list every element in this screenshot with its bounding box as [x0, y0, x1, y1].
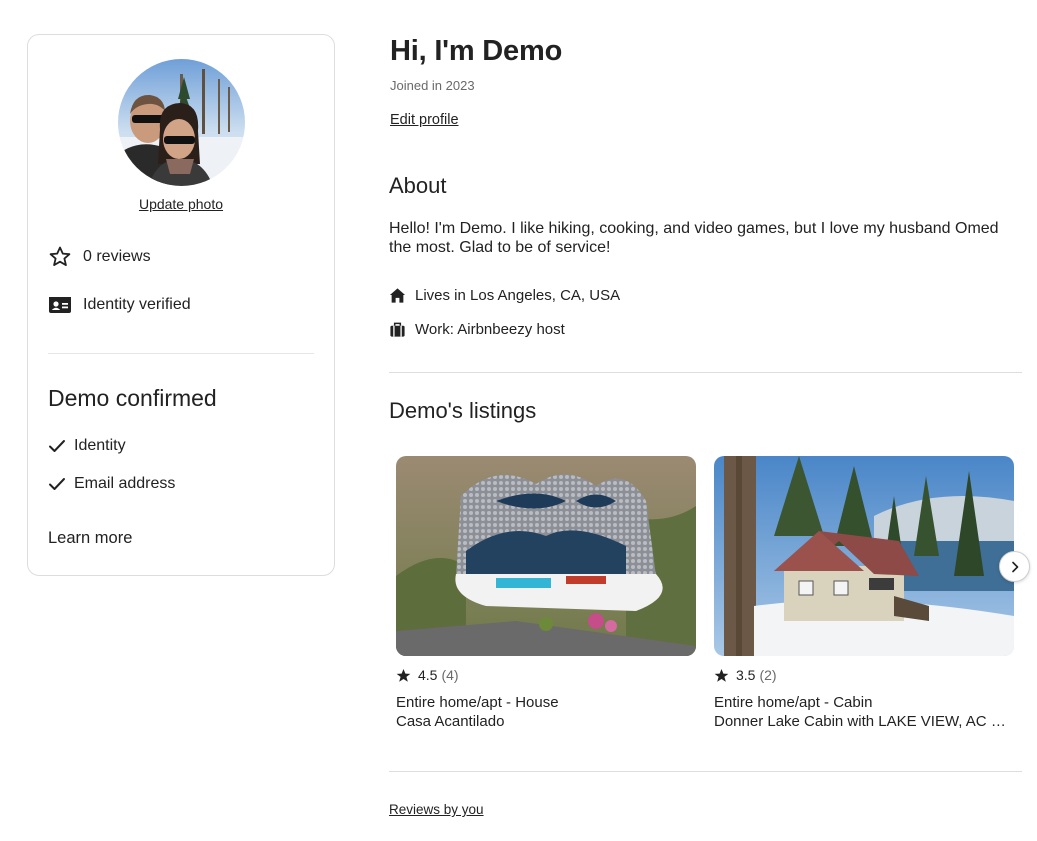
reviews-stat: 0 reviews — [48, 245, 151, 269]
listing-photo[interactable] — [714, 456, 1014, 656]
confirmed-item-label: Email address — [74, 475, 176, 492]
confirmed-item-email: Email address — [48, 475, 175, 493]
listing-name: Casa Acantilado — [396, 713, 505, 730]
confirmed-item-identity: Identity — [48, 437, 126, 455]
listing-image-cabin — [714, 456, 1014, 656]
confirmed-title: Demo confirmed — [48, 385, 217, 411]
about-heading: About — [389, 173, 447, 198]
reviews-count-label: 0 reviews — [83, 248, 151, 265]
edit-profile-link[interactable]: Edit profile — [390, 112, 459, 128]
section-divider — [389, 372, 1022, 373]
listings-next-button[interactable] — [999, 551, 1030, 582]
reviews-by-you-link[interactable]: Reviews by you — [389, 802, 484, 817]
rating-value: 4.5 — [418, 667, 438, 683]
profile-card: Update photo 0 reviews Identity verified… — [27, 34, 335, 576]
chevron-right-icon — [1011, 561, 1018, 572]
listing-type: Entire home/apt - Cabin — [714, 694, 873, 711]
listing-name: Donner Lake Cabin with LAKE VIEW, AC and… — [714, 713, 1014, 730]
checkmark-icon — [49, 478, 65, 490]
work-row: Work: Airbnbeezy host — [389, 321, 565, 338]
lives-in-label: Lives in Los Angeles, CA, USA — [415, 287, 621, 304]
rating-value: 3.5 — [736, 667, 756, 683]
avatar[interactable] — [118, 59, 245, 186]
page-title: Hi, I'm Demo — [390, 35, 563, 67]
listing-card[interactable]: 3.5 (2) Entire home/apt - Cabin Donner L… — [714, 456, 1014, 730]
confirmed-item-label: Identity — [74, 437, 126, 454]
identity-verified-stat: Identity verified — [48, 293, 191, 317]
listing-image-house — [396, 456, 696, 656]
checkmark-icon — [49, 440, 65, 452]
about-text: Hello! I'm Demo. I like hiking, cooking,… — [389, 220, 999, 256]
avatar-photo — [118, 59, 245, 186]
listing-rating: 4.5 (4) — [396, 667, 696, 683]
star-filled-icon — [396, 668, 411, 682]
briefcase-icon — [390, 322, 405, 337]
learn-more-link[interactable]: Learn more — [48, 529, 132, 548]
listing-photo[interactable] — [396, 456, 696, 656]
home-icon — [389, 288, 406, 303]
star-filled-icon — [714, 668, 729, 682]
id-card-icon — [49, 297, 71, 313]
rating-count: (2) — [759, 667, 777, 683]
rating-count: (4) — [441, 667, 459, 683]
section-divider — [389, 771, 1022, 772]
card-divider — [48, 353, 314, 354]
listing-rating: 3.5 (2) — [714, 667, 1014, 683]
listings-heading: Demo's listings — [389, 398, 537, 423]
listing-type: Entire home/apt - House — [396, 694, 559, 711]
update-photo-link[interactable]: Update photo — [28, 196, 334, 212]
work-label: Work: Airbnbeezy host — [415, 321, 565, 338]
lives-in-row: Lives in Los Angeles, CA, USA — [389, 287, 620, 304]
identity-verified-label: Identity verified — [83, 296, 191, 313]
joined-date: Joined in 2023 — [390, 78, 475, 93]
star-outline-icon — [49, 246, 71, 266]
listing-card[interactable]: 4.5 (4) Entire home/apt - House Casa Aca… — [396, 456, 696, 730]
